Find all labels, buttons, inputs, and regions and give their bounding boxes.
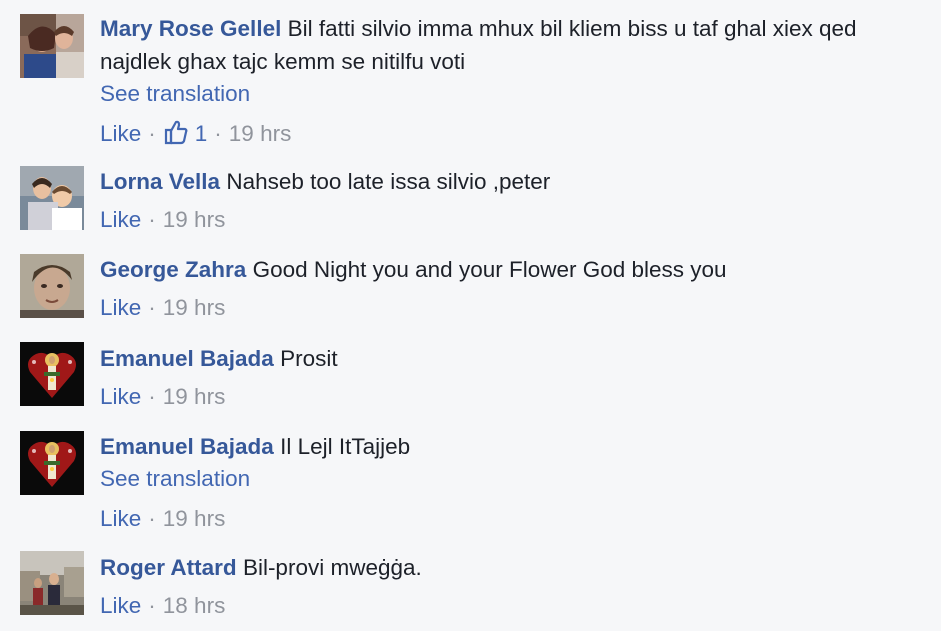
outdoor-photo-avatar-icon [20, 551, 84, 615]
thumbs-up-icon[interactable] [163, 119, 189, 145]
separator-dot: · [148, 207, 156, 232]
like-link[interactable]: Like [100, 118, 141, 150]
separator-dot: · [148, 295, 156, 320]
avatar[interactable] [20, 254, 84, 318]
avatar[interactable] [20, 342, 84, 406]
comment-text-line: George Zahra Good Night you and your Flo… [100, 253, 921, 286]
comment-text-line: Lorna Vella Nahseb too late issa silvio … [100, 165, 921, 198]
separator-dot: · [148, 506, 156, 531]
reaction-count[interactable]: 1 [195, 118, 208, 150]
sacred-heart-avatar-icon [20, 431, 84, 495]
comment-author-link[interactable]: Emanuel Bajada [100, 346, 274, 371]
comment-timestamp[interactable]: 19 hrs [163, 381, 226, 413]
comment-text-line: Emanuel Bajada Prosit [100, 342, 921, 375]
like-link[interactable]: Like [100, 381, 141, 413]
sacred-heart-avatar-icon [20, 342, 84, 406]
comment-actions: Like · 19 hrs [100, 503, 921, 535]
see-translation-link[interactable]: See translation [100, 463, 921, 495]
comment-actions: Like · 19 hrs [100, 381, 921, 413]
comment-author-link[interactable]: Emanuel Bajada [100, 434, 274, 459]
comment-text-line: Mary Rose Gellel Bil fatti silvio imma m… [100, 12, 921, 78]
family-photo-avatar-icon [20, 166, 84, 230]
comment-actions: Like · 1 · 19 hrs [100, 118, 921, 150]
comment-text: Prosit [280, 346, 338, 371]
comment-author-link[interactable]: Roger Attard [100, 555, 237, 580]
avatar[interactable] [20, 431, 84, 495]
separator-dot: · [214, 121, 222, 146]
separator-dot: · [148, 121, 156, 146]
comment-text-line: Roger Attard Bil-provi mweġġa. [100, 551, 921, 584]
avatar[interactable] [20, 14, 84, 78]
see-translation-link[interactable]: See translation [100, 78, 921, 110]
comment-timestamp[interactable]: 19 hrs [163, 292, 226, 324]
comment-actions: Like · 19 hrs [100, 204, 921, 236]
comment-timestamp[interactable]: 18 hrs [163, 590, 226, 622]
comment-text: Il Lejl ItTajjeb [280, 434, 411, 459]
portrait-photo-avatar-icon [20, 254, 84, 318]
like-link[interactable]: Like [100, 204, 141, 236]
separator-dot: · [148, 384, 156, 409]
comment-text: Bil-provi mweġġa. [242, 555, 422, 580]
comment-author-link[interactable]: Mary Rose Gellel [100, 16, 281, 41]
comment-text: Good Night you and your Flower God bless… [252, 257, 727, 282]
comment-timestamp[interactable]: 19 hrs [163, 204, 226, 236]
avatar[interactable] [20, 551, 84, 615]
comment-text-line: Emanuel Bajada Il Lejl ItTajjeb [100, 430, 921, 463]
separator-dot: · [148, 593, 156, 618]
couple-photo-avatar-icon [20, 14, 84, 78]
comment-timestamp[interactable]: 19 hrs [163, 503, 226, 535]
comment-actions: Like · 18 hrs [100, 590, 921, 622]
like-link[interactable]: Like [100, 292, 141, 324]
comment-text: Nahseb too late issa silvio ,peter [226, 169, 551, 194]
comment-actions: Like · 19 hrs [100, 292, 921, 324]
comment-author-link[interactable]: Lorna Vella [100, 169, 220, 194]
comment-author-link[interactable]: George Zahra [100, 257, 246, 282]
comment-timestamp[interactable]: 19 hrs [229, 118, 292, 150]
like-link[interactable]: Like [100, 590, 141, 622]
like-link[interactable]: Like [100, 503, 141, 535]
avatar[interactable] [20, 166, 84, 230]
